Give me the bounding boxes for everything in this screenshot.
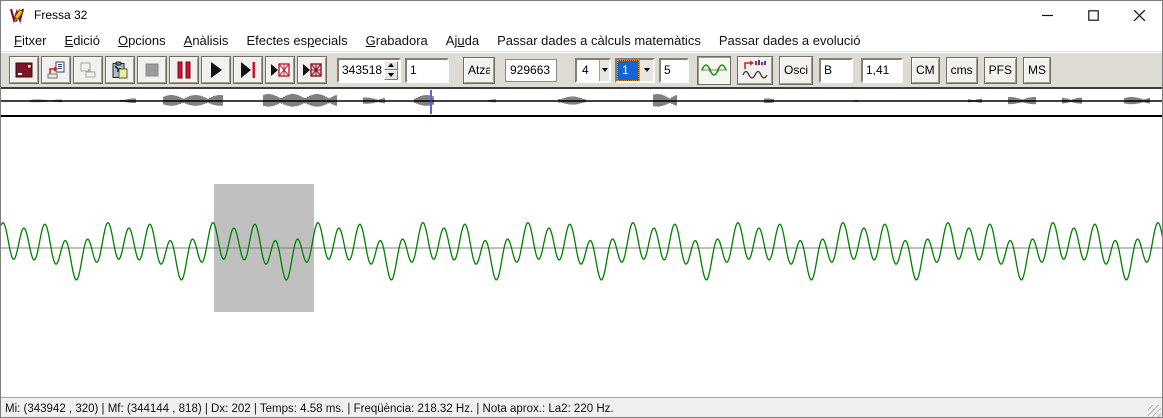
ms-button-label: MS [1028, 63, 1046, 77]
channel-dropdown-value: 4 [577, 60, 599, 81]
play-selection-button[interactable] [265, 56, 295, 84]
copy-button-disabled[interactable] [73, 56, 103, 84]
paste-clipboard-button[interactable] [105, 56, 135, 84]
counter-value: 929663 [510, 63, 550, 77]
play-icon [208, 61, 224, 79]
waveform-main-area[interactable] [1, 119, 1162, 397]
cms-button[interactable]: cms [946, 57, 978, 84]
track-dropdown-arrow[interactable] [639, 60, 653, 81]
status-text: Mi: (343942 , 320) | Mf: (344144 , 818) … [5, 403, 614, 415]
channel-dropdown-arrow[interactable] [599, 60, 609, 81]
play-selection-alt-icon [302, 61, 322, 79]
ratio-field-value: 1,41 [866, 63, 889, 77]
note-field-value: B [824, 63, 832, 77]
minimize-button[interactable] [1024, 1, 1070, 29]
play-to-cursor-button[interactable] [233, 56, 263, 84]
menu-bar: FitxerEdicióOpcionsAnàlisisEfectes espec… [1, 29, 1162, 52]
pause-button[interactable] [169, 56, 199, 84]
minimize-icon [1042, 10, 1053, 21]
menu-item-efectes-especials[interactable]: Efectes especials [237, 30, 356, 51]
status-bar: Mi: (343942 , 320) | Mf: (344144 , 818) … [1, 397, 1162, 418]
atzar-button[interactable]: Atzar [463, 57, 495, 84]
copy-icon [78, 61, 98, 79]
position-spinner[interactable]: 343518 [337, 58, 401, 83]
menu-item-an-lisis[interactable]: Anàlisis [175, 30, 238, 51]
chevron-down-icon [644, 68, 650, 72]
menu-item-passar-dades-a-c-lculs-matem-tics[interactable]: Passar dades a càlculs matemàtics [488, 30, 710, 51]
export-document-button[interactable] [41, 56, 71, 84]
open-file-icon [14, 61, 34, 79]
amplitude-field-value: 5 [664, 63, 671, 77]
step-field-value: 1 [410, 63, 417, 77]
step-field[interactable]: 1 [405, 58, 449, 83]
maximize-button[interactable] [1070, 1, 1116, 29]
sine-wave-icon [701, 60, 727, 80]
position-spinner-value: 343518 [342, 63, 382, 77]
main-waveform [1, 119, 1163, 397]
pfs-button-label: PFS [989, 63, 1012, 77]
waveform-overview[interactable] [1, 89, 1162, 117]
close-button[interactable] [1116, 1, 1162, 29]
close-icon [1134, 10, 1145, 21]
cms-button-label: cms [951, 63, 973, 77]
menu-item-passar-dades-a-evoluci-[interactable]: Passar dades a evolució [710, 30, 870, 51]
note-field[interactable]: B [819, 58, 853, 83]
paste-clipboard-icon [110, 61, 130, 80]
pause-icon [176, 61, 192, 79]
channel-dropdown[interactable]: 4 [575, 58, 611, 83]
amplitude-field[interactable]: 5 [659, 58, 689, 83]
app-window: Fressa 32 FitxerEdicióOpcionsAnàlisisEfe… [0, 0, 1163, 418]
ms-button[interactable]: MS [1023, 57, 1051, 84]
play-selection-alt-button[interactable] [297, 56, 327, 84]
spectrum-button[interactable] [737, 56, 773, 85]
spinner-down-button[interactable] [384, 70, 398, 80]
play-to-cursor-icon [239, 61, 257, 79]
menu-item-fitxer[interactable]: Fitxer [5, 30, 56, 51]
menu-item-ajuda[interactable]: Ajuda [437, 30, 488, 51]
sine-view-button[interactable] [697, 56, 731, 85]
chevron-down-icon [602, 68, 608, 72]
open-file-button[interactable] [9, 56, 39, 84]
menu-item-grabadora[interactable]: Grabadora [357, 30, 437, 51]
play-button[interactable] [201, 56, 231, 84]
track-dropdown[interactable]: 1 [615, 58, 655, 83]
toolbar: 343518 1 Atzar 929663 4 1 [1, 53, 1162, 89]
title-bar: Fressa 32 [1, 1, 1162, 29]
resize-grip-icon[interactable] [1148, 405, 1161, 418]
maximize-icon [1088, 10, 1099, 21]
atzar-button-label: Atzar [468, 63, 490, 77]
export-document-icon [46, 61, 66, 80]
stop-button-disabled[interactable] [137, 56, 167, 84]
app-icon [9, 6, 27, 24]
play-selection-icon [270, 61, 290, 79]
track-dropdown-value: 1 [617, 60, 639, 81]
spinner-up-button[interactable] [384, 61, 398, 71]
counter-display: 929663 [505, 59, 557, 82]
osci-button-label: Osci [784, 63, 808, 77]
ratio-field[interactable]: 1,41 [861, 58, 903, 83]
overview-waveform [1, 89, 1163, 115]
cm-button-label: CM [916, 63, 935, 77]
menu-item-opcions[interactable]: Opcions [109, 30, 175, 51]
pfs-button[interactable]: PFS [984, 57, 1017, 84]
spectrum-icon [741, 59, 769, 81]
window-title: Fressa 32 [34, 8, 87, 22]
cm-button[interactable]: CM [911, 57, 940, 84]
osci-button[interactable]: Osci [779, 56, 813, 85]
stop-icon [145, 63, 159, 77]
menu-item-edici-[interactable]: Edició [56, 30, 109, 51]
